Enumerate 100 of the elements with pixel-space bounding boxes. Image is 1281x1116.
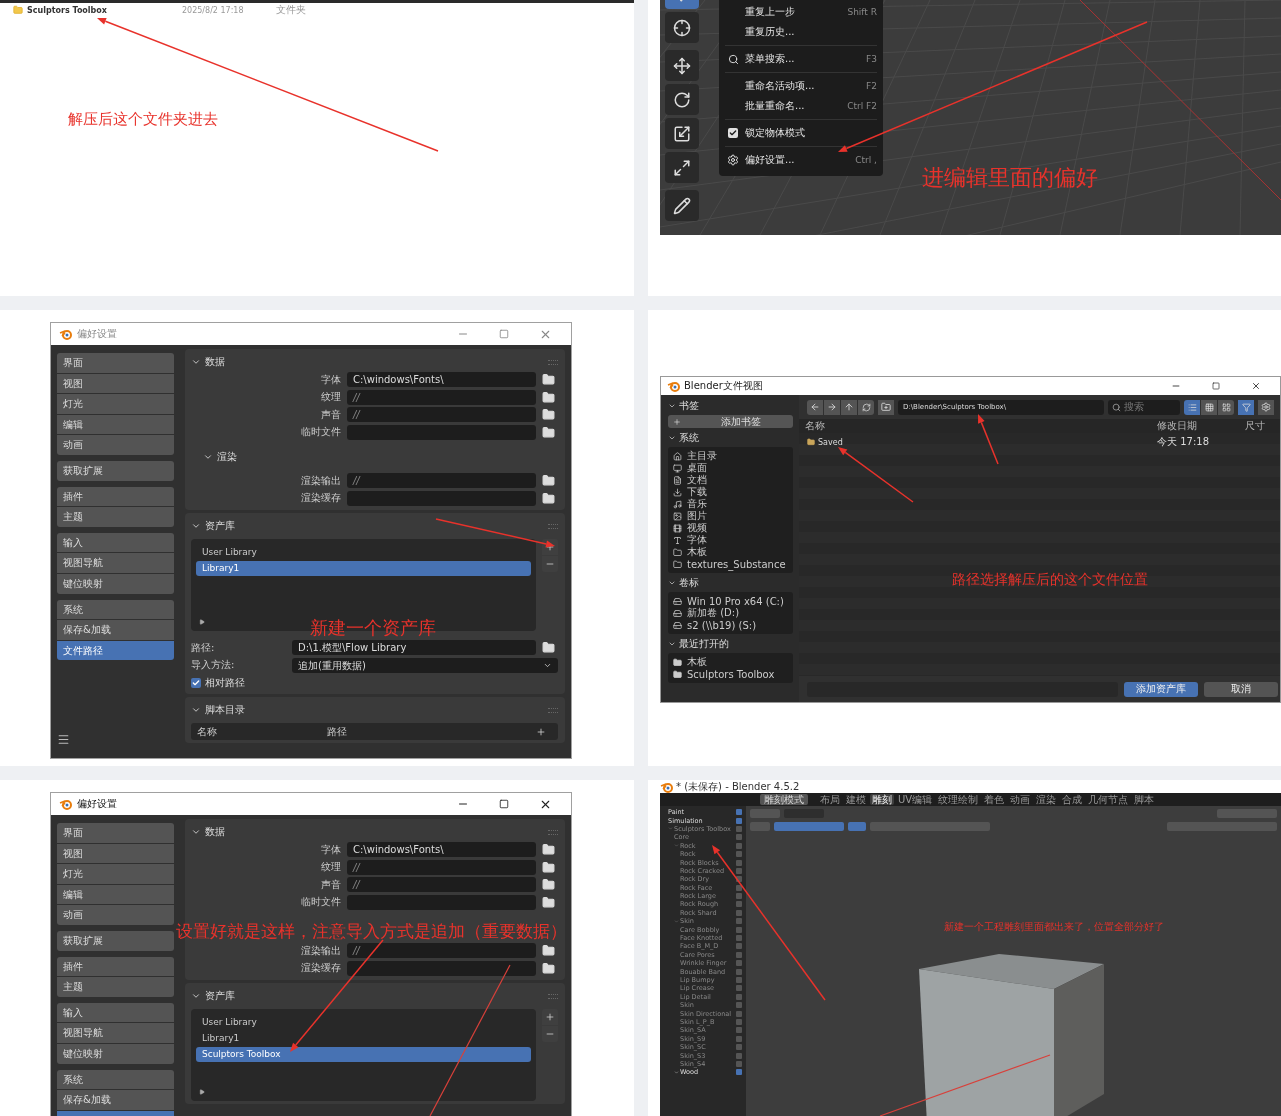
sidebar-item[interactable]: 主题	[57, 977, 174, 997]
section-title[interactable]: 最近打开的	[679, 636, 729, 651]
path-field[interactable]: //	[347, 859, 536, 875]
menu-item[interactable]: 菜单搜索... F3	[725, 49, 877, 69]
workspace-tab[interactable]: 纹理绘制	[936, 794, 981, 805]
menu-item[interactable]: 重命名活动项... F2	[725, 76, 877, 96]
sidebar-item[interactable]: 文件路径	[57, 640, 174, 661]
sidebar-item[interactable]: 获取扩展	[57, 930, 174, 951]
workspace-tab[interactable]: 雕刻	[870, 794, 894, 805]
sidebar-item[interactable]: 主题	[57, 507, 174, 527]
recent-item[interactable]: 木板	[673, 656, 788, 668]
path-field[interactable]: D:\1.模型\Flow Library	[292, 640, 536, 656]
sidebar-item[interactable]: 视图	[57, 843, 174, 864]
file-row[interactable]: Saved 今天 17:18	[799, 435, 1280, 447]
sidebar-item[interactable]: 视图	[57, 373, 174, 394]
field-label: 临时文件	[300, 425, 341, 440]
sidebar-item[interactable]: 动画	[57, 435, 174, 455]
sidebar-item[interactable]: 动画	[57, 905, 174, 925]
sidebar-item[interactable]: 灯光	[57, 394, 174, 414]
section-title[interactable]: 渲染	[217, 449, 237, 464]
section-title[interactable]: 数据	[205, 825, 225, 839]
place-item[interactable]: 音乐	[673, 498, 788, 510]
sidebar-item[interactable]: 输入	[57, 1002, 174, 1023]
sidebar-item[interactable]: 编辑	[57, 884, 174, 905]
workspace-tab[interactable]: 布局	[818, 794, 842, 805]
place-item[interactable]: 桌面	[673, 462, 788, 474]
path-field[interactable]: C:\windows\Fonts\	[347, 372, 536, 388]
sidebar-item[interactable]: 获取扩展	[57, 460, 174, 481]
field-label: 渲染缓存	[300, 961, 341, 976]
place-item[interactable]: 木板	[673, 546, 788, 558]
place-item[interactable]: 字体	[673, 534, 788, 546]
sidebar-item[interactable]: 系统	[57, 599, 174, 620]
path-field[interactable]: //	[347, 407, 536, 423]
sidebar-item[interactable]: 保存&加载	[57, 620, 174, 640]
add-library-button[interactable]: 添加资产库	[1124, 681, 1198, 697]
section-title[interactable]: 卷标	[679, 575, 699, 590]
sidebar-item[interactable]: 系统	[57, 1069, 174, 1090]
place-item[interactable]: 文档	[673, 474, 788, 486]
library-item[interactable]: User Library	[196, 545, 531, 560]
workspace-tab[interactable]: 合成	[1060, 794, 1085, 805]
library-item[interactable]: Library1	[196, 1031, 531, 1046]
file-type: 文件夹	[276, 3, 306, 17]
sidebar-item[interactable]: 键位映射	[57, 1043, 174, 1064]
sidebar-item[interactable]: 界面	[57, 823, 174, 843]
menu-item[interactable]: 批量重命名... Ctrl F2	[725, 96, 877, 116]
section-title[interactable]: 书签	[679, 398, 699, 413]
section-title[interactable]: 数据	[205, 355, 225, 369]
sidebar-item[interactable]: 界面	[57, 353, 174, 373]
column-header[interactable]: 尺寸	[1245, 419, 1280, 433]
section-title[interactable]: 资产库	[205, 989, 235, 1003]
add-bookmark-button[interactable]: 添加书签	[668, 415, 793, 428]
path-field[interactable]: //	[347, 877, 536, 893]
place-item[interactable]: 图片	[673, 510, 788, 522]
workspace-tab[interactable]: 动画	[1008, 794, 1033, 805]
workspace-tab[interactable]: 渲染	[1034, 794, 1059, 805]
volume-item[interactable]: s2 (\\b19) (S:)	[673, 619, 788, 631]
sidebar-item[interactable]: 输入	[57, 532, 174, 553]
path-field[interactable]: //	[347, 473, 536, 489]
menu-item[interactable]: 锁定物体模式	[725, 123, 877, 143]
workspace-tab[interactable]: 建模	[844, 794, 868, 805]
volume-item[interactable]: 新加卷 (D:)	[673, 607, 788, 619]
place-item[interactable]: 下载	[673, 486, 788, 498]
search-field[interactable]: 搜索	[1108, 399, 1180, 415]
path-field[interactable]: //	[347, 943, 536, 959]
path-field[interactable]: C:\windows\Fonts\	[347, 842, 536, 858]
sidebar-item[interactable]: 保存&加载	[57, 1090, 174, 1110]
file-name[interactable]: Sculptors Toolbox	[27, 5, 182, 15]
cancel-button[interactable]: 取消	[1204, 681, 1278, 697]
library-item[interactable]: User Library	[196, 1015, 531, 1030]
menu-item[interactable]: 重复上一步 Shift R	[725, 2, 877, 22]
column-header[interactable]: 修改日期	[1157, 419, 1245, 433]
sidebar-item[interactable]: 插件	[57, 956, 174, 977]
window-title: * (未保存) - Blender 4.5.2	[676, 780, 800, 794]
menu-item[interactable]: 偏好设置... Ctrl ,	[725, 150, 877, 170]
recent-item[interactable]: Sculptors Toolbox	[673, 668, 788, 680]
sidebar-item[interactable]: 灯光	[57, 864, 174, 884]
menu-item[interactable]: 重复历史...	[725, 22, 877, 42]
volume-item[interactable]: Win 10 Pro x64 (C:)	[673, 595, 788, 607]
field-label: 路径:	[191, 640, 216, 655]
workspace-tab[interactable]: 着色	[982, 794, 1007, 805]
workspace-tab[interactable]: UV编辑	[896, 794, 935, 805]
library-item[interactable]: Sculptors Toolbox	[196, 1047, 531, 1062]
workspace-tab[interactable]: 几何节点	[1086, 794, 1131, 805]
sidebar-item[interactable]: 视图导航	[57, 553, 174, 573]
sidebar-item[interactable]: 插件	[57, 486, 174, 507]
mode-button[interactable]: 雕刻模式	[760, 794, 808, 805]
section-title[interactable]: 资产库	[205, 519, 235, 533]
sidebar-item[interactable]: 视图导航	[57, 1023, 174, 1043]
workspace-tab[interactable]: 脚本	[1132, 794, 1157, 805]
sidebar-item[interactable]: 编辑	[57, 414, 174, 435]
section-title[interactable]: 系统	[679, 430, 699, 445]
place-item[interactable]: 主目录	[673, 450, 788, 462]
path-field[interactable]: //	[347, 389, 536, 405]
place-item[interactable]: textures_Substance	[673, 558, 788, 570]
place-item[interactable]: 视频	[673, 522, 788, 534]
library-item[interactable]: Library1	[196, 561, 531, 576]
import-method-dropdown[interactable]: 追加(重用数据)	[292, 657, 558, 673]
section-title[interactable]: 脚本目录	[205, 703, 245, 717]
sidebar-item[interactable]: 键位映射	[57, 573, 174, 594]
column-header[interactable]: 名称	[805, 419, 1157, 433]
